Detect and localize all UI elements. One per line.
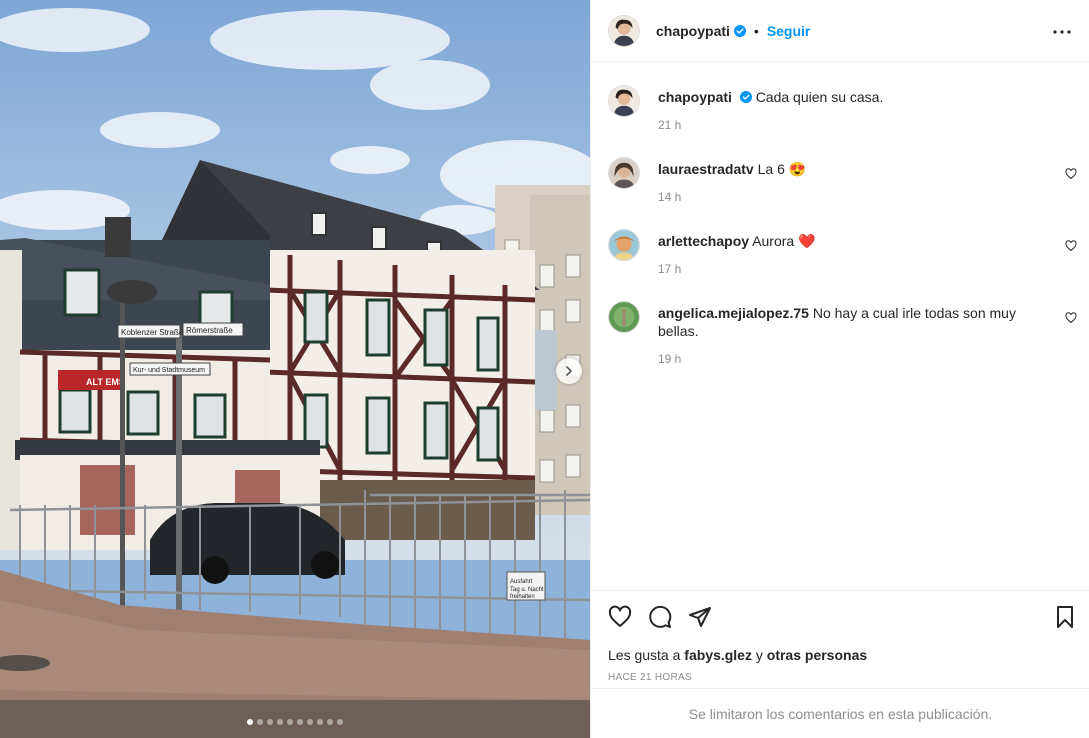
author-avatar[interactable] <box>608 85 640 117</box>
commenter-avatar[interactable] <box>608 229 640 261</box>
verified-badge-icon <box>739 91 752 103</box>
carousel-dot[interactable] <box>317 719 323 725</box>
post-actions: Les gusta a fabys.glez y otras personas … <box>591 590 1089 688</box>
post-image[interactable]: ALT EMS Koblenzer Straße Römerstraße Kur… <box>0 0 590 738</box>
likes-others-link[interactable]: otras personas <box>767 647 867 663</box>
comment-emoji: ❤️ <box>798 233 816 249</box>
likes-user-link[interactable]: fabys.glez <box>684 647 752 663</box>
header-separator: • <box>753 22 759 39</box>
likes-prefix: Les gusta a <box>608 647 681 663</box>
likes-summary: Les gusta a fabys.glez y otras personas <box>608 647 867 663</box>
svg-text:Koblenzer Straße: Koblenzer Straße <box>121 328 184 337</box>
post-side-panel: chapoypati • Seguir chapoypati Cada quie… <box>590 0 1089 738</box>
comment-body: angelica.mejialopez.75 No hay a cual irl… <box>658 304 1033 340</box>
heart-icon[interactable] <box>608 605 632 629</box>
caption-text: Cada quien su casa. <box>755 89 884 105</box>
carousel-dots <box>0 719 590 725</box>
comment-body: arlettechapoy Aurora ❤️ <box>658 232 1033 250</box>
author-avatar[interactable] <box>608 14 640 47</box>
comment-username[interactable]: angelica.mejialopez.75 <box>658 305 809 321</box>
svg-text:Ausfahrt: Ausfahrt <box>510 579 533 585</box>
caption-body: chapoypati Cada quien su casa. <box>658 88 1033 106</box>
carousel-dot[interactable] <box>327 719 333 725</box>
carousel-dot[interactable] <box>287 719 293 725</box>
carousel-dot[interactable] <box>277 719 283 725</box>
comment-time[interactable]: 17 h <box>658 262 681 276</box>
carousel-dot[interactable] <box>257 719 263 725</box>
svg-text:Kur- und Stadtmuseum: Kur- und Stadtmuseum <box>133 367 205 374</box>
comment-username[interactable]: lauraestradatv <box>658 161 754 177</box>
caption-username[interactable]: chapoypati <box>658 89 732 105</box>
carousel-dot[interactable] <box>247 719 253 725</box>
heart-icon[interactable] <box>1065 168 1077 180</box>
comment-time[interactable]: 19 h <box>658 352 681 366</box>
commenter-avatar[interactable] <box>608 301 640 333</box>
commenter-avatar[interactable] <box>608 157 640 189</box>
verified-badge-icon <box>733 24 746 37</box>
ellipsis-icon <box>1053 30 1071 34</box>
chevron-right-icon <box>566 366 572 376</box>
carousel-next-button[interactable] <box>556 358 582 384</box>
svg-text:Tag u. Nacht: Tag u. Nacht <box>510 587 544 593</box>
post-header: chapoypati • Seguir <box>591 0 1089 62</box>
carousel-dot[interactable] <box>267 719 273 725</box>
comment-text: La 6 <box>757 161 785 177</box>
carousel-dot[interactable] <box>337 719 343 725</box>
comment-time[interactable]: 14 h <box>658 190 681 204</box>
comment-bubble-icon[interactable] <box>648 605 672 629</box>
carousel-dot[interactable] <box>307 719 313 725</box>
author-username[interactable]: chapoypati <box>656 23 730 39</box>
comments-section: chapoypati Cada quien su casa. 21 h laur… <box>591 62 1089 590</box>
caption-time[interactable]: 21 h <box>658 118 681 132</box>
paper-plane-icon[interactable] <box>688 605 712 629</box>
comment-username[interactable]: arlettechapoy <box>658 233 749 249</box>
svg-text:freihalten: freihalten <box>510 594 535 600</box>
more-options-button[interactable] <box>1052 22 1072 42</box>
post-photo-scene: ALT EMS Koblenzer Straße Römerstraße Kur… <box>0 0 590 738</box>
comments-limited-notice: Se limitaron los comentarios en esta pub… <box>591 688 1089 738</box>
heart-icon[interactable] <box>1065 240 1077 252</box>
comment-body: lauraestradatv La 6 😍 <box>658 160 1033 178</box>
comment-emoji: 😍 <box>788 161 807 177</box>
svg-text:ALT EMS: ALT EMS <box>86 377 125 387</box>
heart-icon[interactable] <box>1065 312 1077 324</box>
post-date[interactable]: HACE 21 HORAS <box>608 672 692 683</box>
comment-text: Aurora <box>752 233 795 249</box>
bookmark-icon[interactable] <box>1053 605 1077 629</box>
likes-conjunction: y <box>755 647 763 663</box>
follow-button[interactable]: Seguir <box>767 23 811 39</box>
carousel-dot[interactable] <box>297 719 303 725</box>
comments-limited-text: Se limitaron los comentarios en esta pub… <box>688 705 993 722</box>
svg-text:Römerstraße: Römerstraße <box>186 326 233 335</box>
